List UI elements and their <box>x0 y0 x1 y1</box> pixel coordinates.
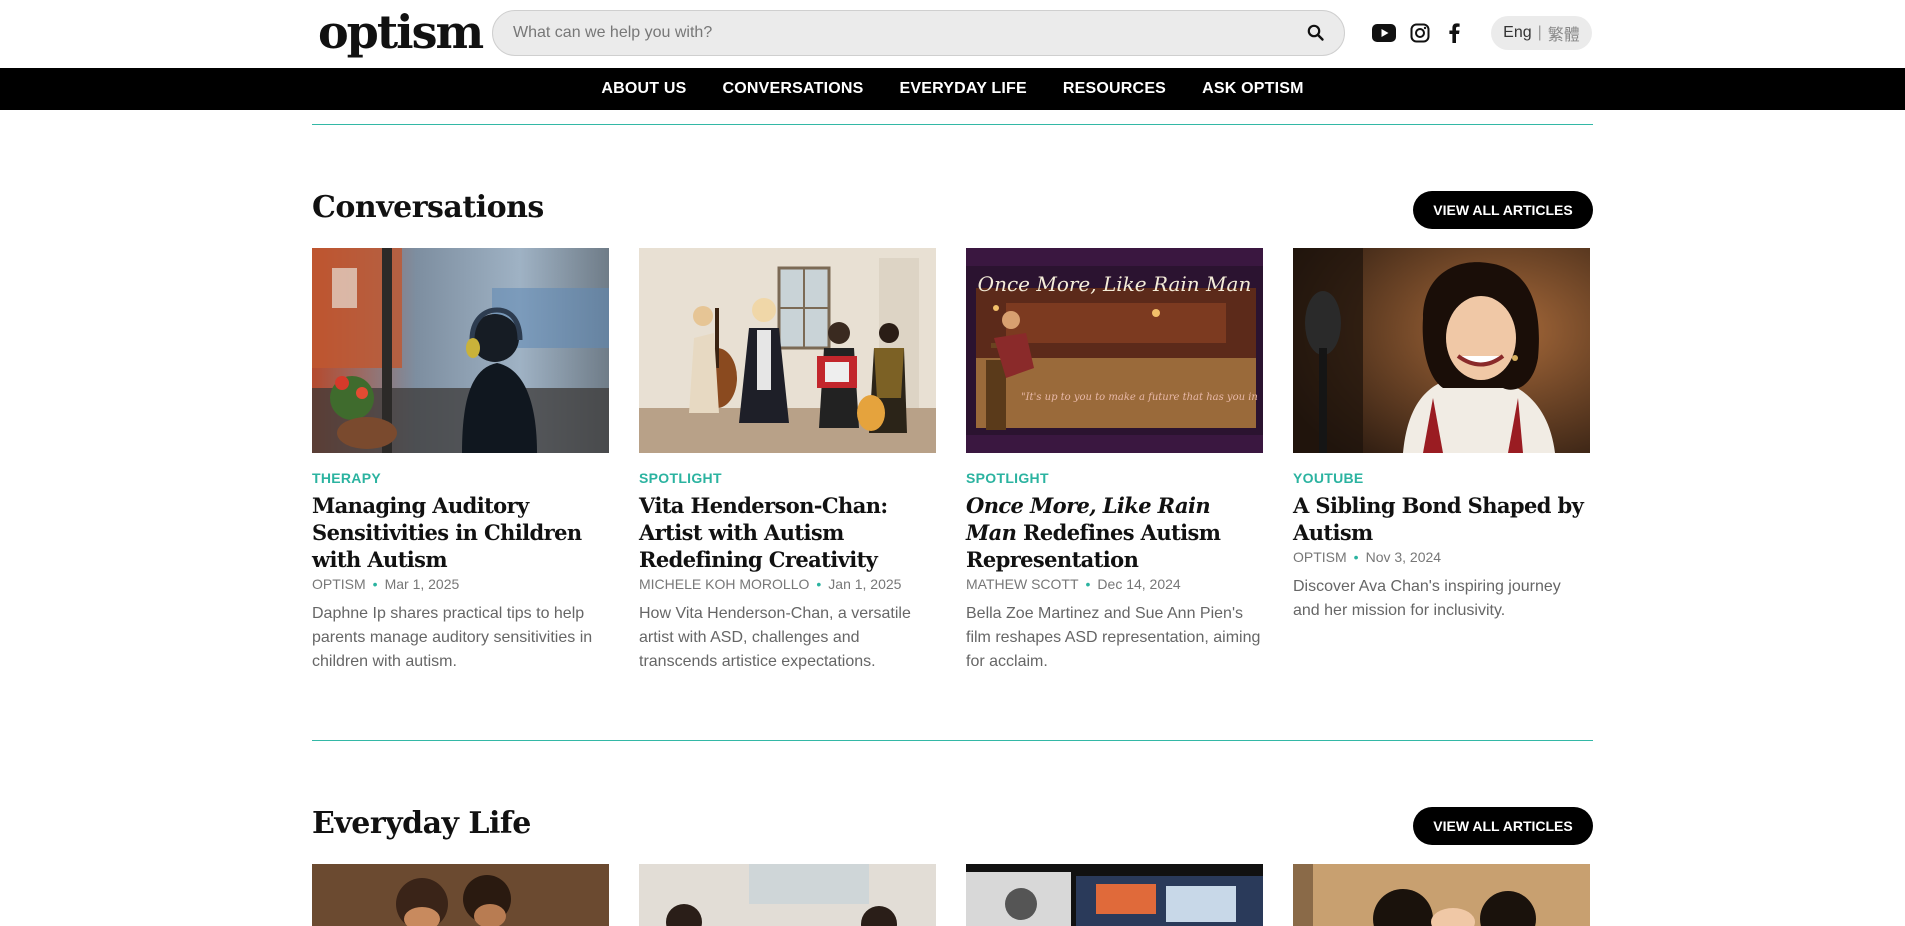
facebook-icon[interactable] <box>1448 22 1460 44</box>
nav-item-everyday-life[interactable]: EVERYDAY LIFE <box>900 80 1027 98</box>
article-category[interactable]: THERAPY <box>312 470 609 486</box>
nav-item-resources[interactable]: RESOURCES <box>1063 80 1166 98</box>
article-thumbnail[interactable] <box>966 864 1263 926</box>
article-thumbnail[interactable] <box>1293 864 1590 926</box>
article-card[interactable]: YOUTUBE A Sibling Bond Shaped by Autism … <box>1293 248 1590 623</box>
main-nav: ABOUT US CONVERSATIONS EVERYDAY LIFE RES… <box>0 68 1905 110</box>
article-thumbnail[interactable] <box>1293 248 1590 453</box>
youtube-icon[interactable] <box>1372 22 1396 44</box>
meta-dot: • <box>1353 549 1359 565</box>
article-card[interactable]: THERAPY Managing Auditory Sensitivities … <box>312 248 609 674</box>
article-author[interactable]: MATHEW SCOTT <box>966 576 1079 592</box>
section-divider <box>312 124 1593 125</box>
article-title[interactable]: Once More, Like Rain Man Redefines Autis… <box>966 492 1263 573</box>
article-author[interactable]: OPTISM <box>1293 549 1347 565</box>
lang-chinese[interactable]: 繁體 <box>1548 21 1580 45</box>
article-date: Jan 1, 2025 <box>828 576 902 592</box>
article-meta: MICHELE KOH MOROLLO • Jan 1, 2025 <box>639 576 936 592</box>
article-title[interactable]: A Sibling Bond Shaped by Autism <box>1293 492 1590 546</box>
nav-item-ask-optism[interactable]: ASK OPTISM <box>1202 80 1304 98</box>
article-thumbnail[interactable]: Once More, Like Rain Man "It's up to you… <box>966 248 1263 453</box>
search-input[interactable] <box>513 11 1293 55</box>
article-thumbnail[interactable] <box>639 864 936 926</box>
view-all-articles-button[interactable]: VIEW ALL ARTICLES <box>1413 191 1593 229</box>
article-author[interactable]: MICHELE KOH MOROLLO <box>639 576 809 592</box>
nav-item-conversations[interactable]: CONVERSATIONS <box>723 80 864 98</box>
search-icon[interactable] <box>1306 23 1326 43</box>
meta-dot: • <box>372 576 378 592</box>
article-category[interactable]: SPOTLIGHT <box>639 470 936 486</box>
article-meta: MATHEW SCOTT • Dec 14, 2024 <box>966 576 1263 592</box>
lang-english[interactable]: Eng <box>1503 24 1531 42</box>
article-meta: OPTISM • Nov 3, 2024 <box>1293 549 1590 565</box>
article-category[interactable]: SPOTLIGHT <box>966 470 1263 486</box>
search-bar[interactable] <box>492 10 1345 56</box>
article-thumbnail[interactable] <box>312 248 609 453</box>
section-title-everyday-life: Everyday Life <box>312 806 531 841</box>
lang-separator: | <box>1537 24 1542 41</box>
section-title-conversations: Conversations <box>312 190 544 225</box>
image-overlay-title: Once More, Like Rain Man <box>977 272 1252 296</box>
section-divider <box>312 740 1593 741</box>
meta-dot: • <box>1085 576 1091 592</box>
image-overlay-caption: "It's up to you to make a future that ha… <box>1021 392 1261 403</box>
article-meta: OPTISM • Mar 1, 2025 <box>312 576 609 592</box>
article-description: Daphne Ip shares practical tips to help … <box>312 605 593 670</box>
article-thumbnail[interactable] <box>639 248 936 453</box>
article-title[interactable]: Vita Henderson-Chan: Artist with Autism … <box>639 492 936 573</box>
meta-dot: • <box>816 576 822 592</box>
article-card[interactable]: SPOTLIGHT Vita Henderson-Chan: Artist wi… <box>639 248 936 674</box>
article-card[interactable]: Once More, Like Rain Man "It's up to you… <box>966 248 1263 674</box>
article-description: How Vita Henderson-Chan, a versatile art… <box>639 605 911 670</box>
language-switcher: Eng | 繁體 <box>1491 16 1592 50</box>
article-title[interactable]: Managing Auditory Sensitivities in Child… <box>312 492 609 573</box>
article-date: Dec 14, 2024 <box>1097 576 1181 592</box>
article-date: Nov 3, 2024 <box>1365 549 1442 565</box>
site-header: optism Eng | 繁體 <box>0 0 1905 68</box>
article-description: Bella Zoe Martinez and Sue Ann Pien's fi… <box>966 605 1261 670</box>
instagram-icon[interactable] <box>1410 22 1430 44</box>
article-thumbnail[interactable] <box>312 864 609 926</box>
article-date: Mar 1, 2025 <box>384 576 460 592</box>
article-author[interactable]: OPTISM <box>312 576 366 592</box>
article-category[interactable]: YOUTUBE <box>1293 470 1590 486</box>
article-description: Discover Ava Chan's inspiring journey an… <box>1293 578 1561 619</box>
view-all-articles-button[interactable]: VIEW ALL ARTICLES <box>1413 807 1593 845</box>
site-logo[interactable]: optism <box>318 6 484 58</box>
nav-item-about-us[interactable]: ABOUT US <box>601 80 686 98</box>
